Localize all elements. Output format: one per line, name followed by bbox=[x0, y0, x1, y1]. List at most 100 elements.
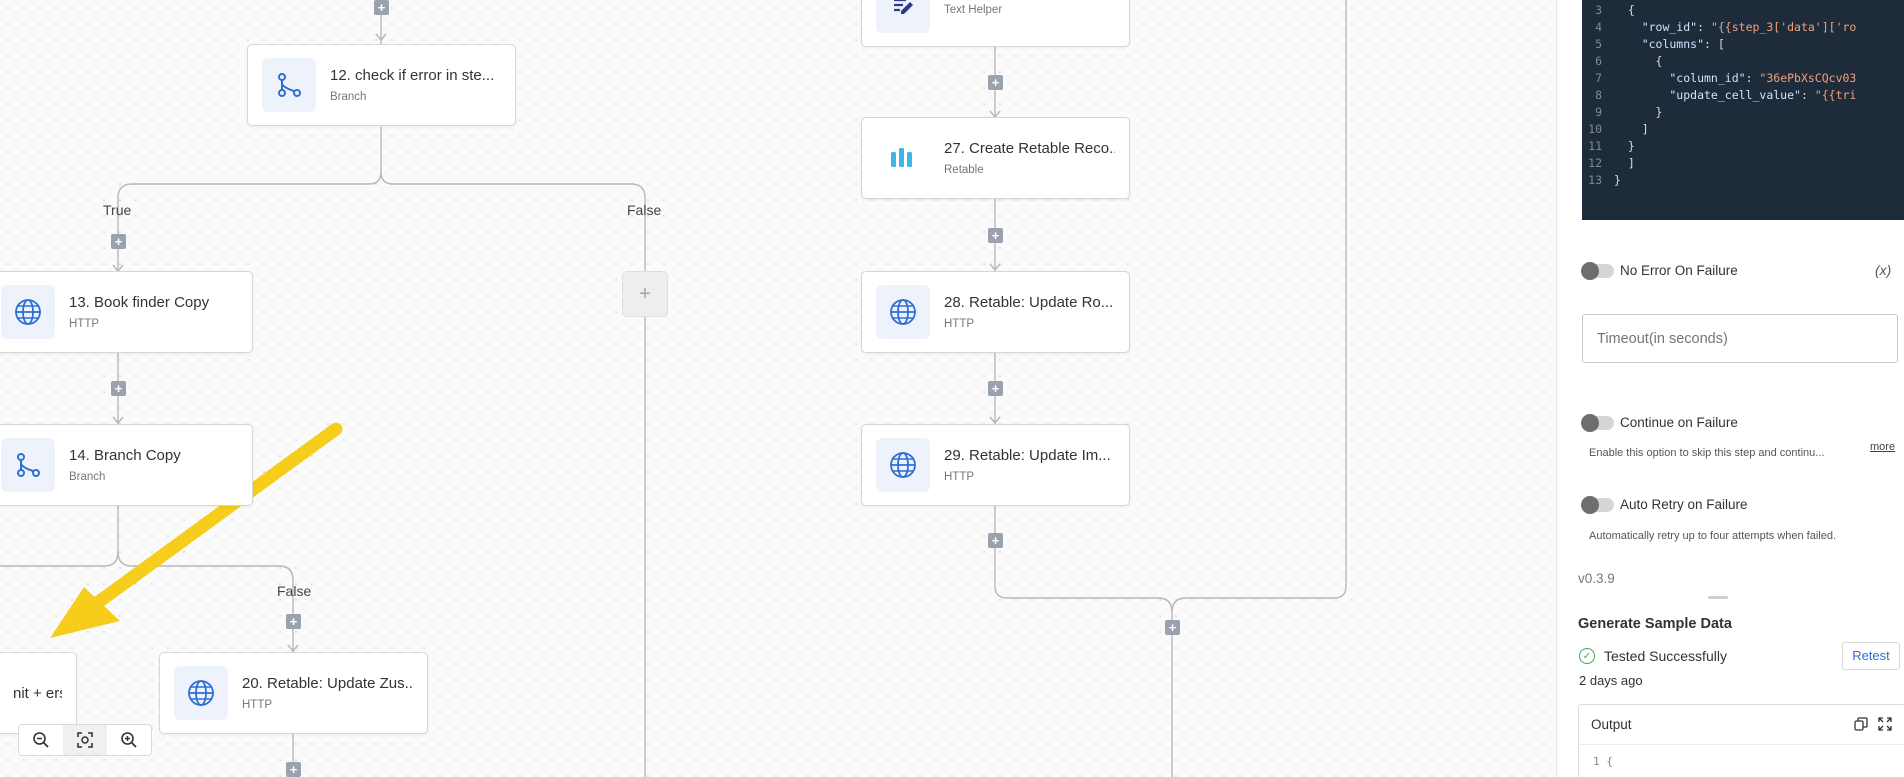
node-partial[interactable]: nit + ers... bbox=[0, 652, 77, 734]
add-step-button[interactable]: + bbox=[374, 0, 389, 15]
node-title: 13. Book finder Copy bbox=[69, 294, 210, 311]
globe-icon bbox=[174, 666, 228, 720]
node-20[interactable]: 20. Retable: Update Zus... HTTP bbox=[159, 652, 428, 734]
zoom-in-button[interactable] bbox=[107, 725, 151, 755]
node-subtitle: Text Helper bbox=[944, 3, 1003, 16]
branch-label-false: False bbox=[277, 583, 312, 599]
code-editor[interactable]: 3 {4 "row_id": "{{step_3['data']['ro 5 "c… bbox=[1582, 0, 1904, 220]
node-28[interactable]: 28. Retable: Update Ro... HTTP bbox=[861, 271, 1130, 353]
code-token: } bbox=[1614, 173, 1621, 187]
zoom-out-icon bbox=[33, 732, 49, 748]
continue-on-failure-toggle[interactable] bbox=[1581, 413, 1614, 432]
node-12[interactable]: 12. check if error in ste... Branch bbox=[247, 44, 516, 126]
add-step-button[interactable]: + bbox=[111, 381, 126, 396]
test-status: ✓ Tested Successfully bbox=[1579, 648, 1727, 664]
no-error-on-failure-label: No Error On Failure bbox=[1620, 263, 1738, 278]
code-token: { bbox=[1614, 54, 1663, 68]
variable-icon[interactable]: (x) bbox=[1875, 262, 1891, 278]
node-subtitle: HTTP bbox=[242, 699, 273, 711]
code-token: "column_id" bbox=[1614, 71, 1746, 85]
code-line: 3 { bbox=[1582, 3, 1635, 20]
zoom-in-icon bbox=[121, 732, 137, 748]
zoom-controls bbox=[18, 724, 152, 756]
branch-label-true: True bbox=[103, 202, 132, 218]
code-token: "update_cell_value" bbox=[1614, 88, 1801, 102]
add-step-button[interactable]: + bbox=[111, 234, 126, 249]
fit-view-icon bbox=[77, 732, 93, 748]
code-line: 6 { bbox=[1582, 54, 1662, 71]
add-step-button[interactable]: + bbox=[988, 228, 1003, 243]
node-subtitle: Retable bbox=[944, 164, 984, 176]
auto-retry-row: Auto Retry on Failure bbox=[1581, 495, 1748, 514]
code-token: : bbox=[1800, 88, 1815, 102]
node-27[interactable]: 27. Create Retable Reco... Retable bbox=[861, 117, 1130, 199]
code-token: "columns" bbox=[1614, 37, 1705, 51]
auto-retry-hint: Automatically retry up to four attempts … bbox=[1589, 530, 1837, 542]
code-line: 9 } bbox=[1582, 105, 1662, 122]
code-token: { bbox=[1614, 3, 1635, 17]
version-label: v0.3.9 bbox=[1578, 571, 1615, 586]
node-subtitle: Branch bbox=[330, 91, 367, 103]
branch-label-false: False bbox=[627, 202, 662, 218]
workflow-canvas[interactable]: 12. check if error in ste... Branch 13. … bbox=[0, 0, 1556, 777]
node-29[interactable]: 29. Retable: Update Im... HTTP bbox=[861, 424, 1130, 506]
node-title: 20. Retable: Update Zus... bbox=[242, 675, 413, 692]
retable-icon bbox=[876, 131, 930, 185]
output-label: Output bbox=[1591, 717, 1632, 732]
add-step-button[interactable]: + bbox=[988, 75, 1003, 90]
code-line: 12 ] bbox=[1582, 156, 1635, 173]
no-error-on-failure-toggle[interactable] bbox=[1581, 261, 1614, 280]
globe-icon bbox=[876, 285, 930, 339]
node-13[interactable]: 13. Book finder Copy HTTP bbox=[0, 271, 253, 353]
empty-branch-add-button[interactable]: + bbox=[622, 271, 668, 317]
code-line: 13} bbox=[1582, 173, 1621, 190]
code-token: ] bbox=[1614, 156, 1635, 170]
continue-on-failure-label: Continue on Failure bbox=[1620, 415, 1738, 430]
line-number: 7 bbox=[1595, 71, 1602, 85]
line-number: 12 bbox=[1588, 156, 1602, 170]
code-token: "row_id" bbox=[1614, 20, 1698, 34]
retest-button[interactable]: Retest bbox=[1842, 642, 1900, 670]
line-number: 6 bbox=[1595, 54, 1602, 68]
continue-on-failure-hint: Enable this option to skip this step and… bbox=[1589, 447, 1825, 459]
code-token: : bbox=[1697, 20, 1711, 34]
code-token: } bbox=[1614, 139, 1635, 153]
line-number: 11 bbox=[1588, 139, 1602, 153]
expand-icon[interactable] bbox=[1878, 717, 1892, 731]
text-helper-icon bbox=[876, 0, 930, 33]
branch-icon bbox=[1, 438, 55, 492]
add-step-button[interactable]: + bbox=[988, 381, 1003, 396]
fit-view-button[interactable] bbox=[63, 725, 107, 755]
no-error-on-failure-row: No Error On Failure bbox=[1581, 261, 1738, 280]
check-icon: ✓ bbox=[1579, 648, 1595, 664]
node-subtitle: Branch bbox=[69, 471, 106, 483]
auto-retry-label: Auto Retry on Failure bbox=[1620, 497, 1748, 512]
node-title: 29. Retable: Update Im... bbox=[944, 447, 1111, 464]
test-status-label: Tested Successfully bbox=[1604, 648, 1727, 664]
code-line: 7 "column_id": "36ePbXsCQcv03 bbox=[1582, 71, 1856, 88]
step-settings-panel: 3 {4 "row_id": "{{step_3['data']['ro 5 "c… bbox=[1556, 0, 1904, 777]
more-link[interactable]: more bbox=[1870, 441, 1895, 453]
line-number: 5 bbox=[1595, 37, 1602, 51]
node-subtitle: HTTP bbox=[944, 318, 975, 330]
node-title: 12. check if error in ste... bbox=[330, 67, 495, 84]
globe-icon bbox=[1, 285, 55, 339]
code-token: "{{tri bbox=[1814, 88, 1857, 102]
add-step-button[interactable]: + bbox=[1165, 620, 1180, 635]
add-step-button[interactable]: + bbox=[286, 762, 301, 777]
timeout-input[interactable] bbox=[1582, 314, 1898, 363]
continue-on-failure-row: Continue on Failure bbox=[1581, 413, 1738, 432]
node-subtitle: HTTP bbox=[69, 318, 100, 330]
code-token: } bbox=[1614, 105, 1663, 119]
section-resize-handle[interactable] bbox=[1708, 596, 1728, 599]
add-step-button[interactable]: + bbox=[286, 614, 301, 629]
node-title: nit + ers... bbox=[13, 684, 62, 702]
copy-icon[interactable] bbox=[1854, 717, 1868, 731]
auto-retry-toggle[interactable] bbox=[1581, 495, 1614, 514]
add-step-button[interactable]: + bbox=[988, 533, 1003, 548]
node-14[interactable]: 14. Branch Copy Branch bbox=[0, 424, 253, 506]
zoom-out-button[interactable] bbox=[19, 725, 63, 755]
line-number: 3 bbox=[1595, 3, 1602, 17]
node-text-helper[interactable]: Text Helper bbox=[861, 0, 1130, 47]
node-title: 14. Branch Copy bbox=[69, 447, 181, 464]
